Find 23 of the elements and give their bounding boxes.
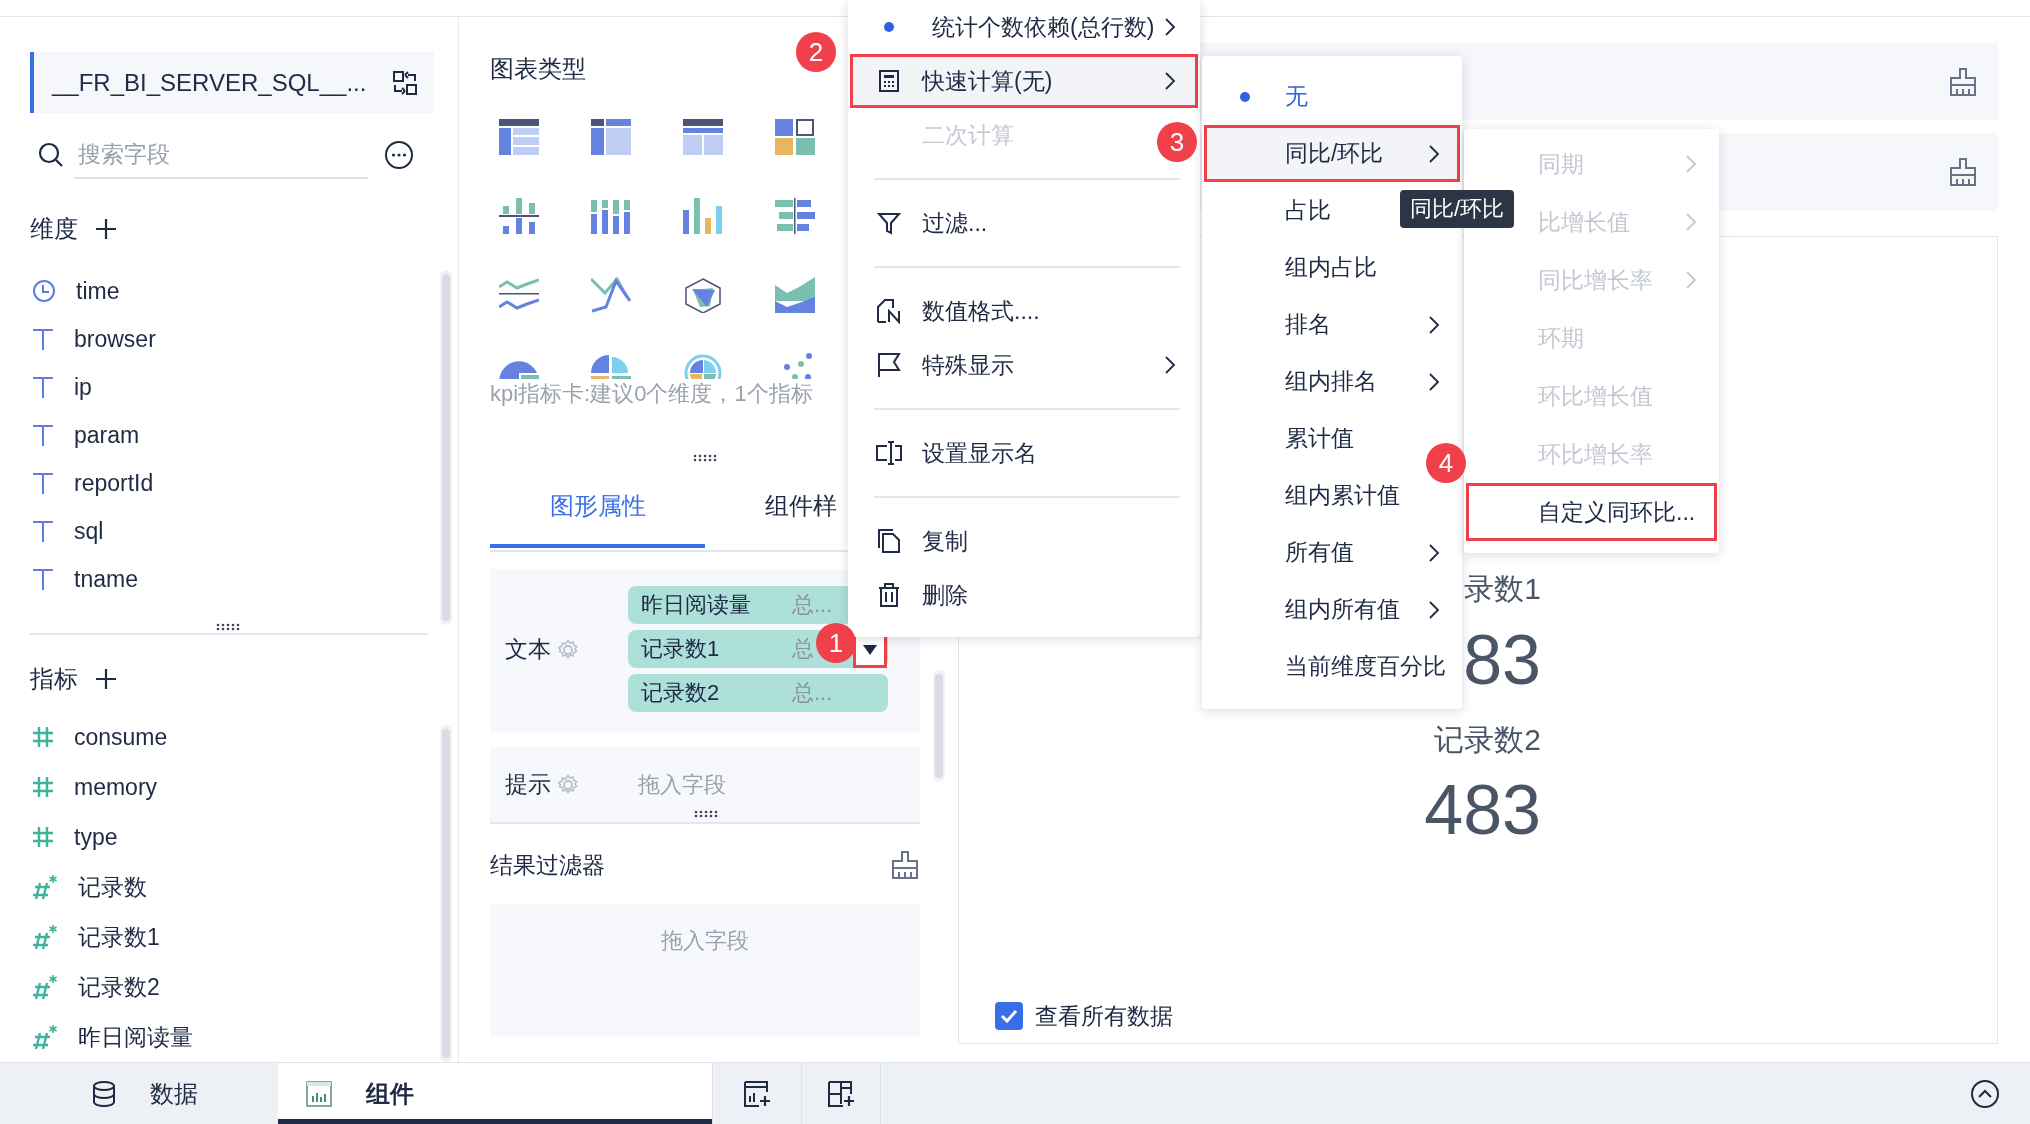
drop-placeholder: 拖入字段 bbox=[638, 770, 726, 799]
well-label: 文本 bbox=[505, 635, 551, 664]
step-badge: 2 bbox=[796, 32, 836, 72]
well-label: 提示 bbox=[505, 770, 551, 799]
drop-placeholder: 拖入字段 bbox=[661, 927, 749, 955]
pill-name: 记录数2 bbox=[641, 679, 721, 707]
pill-name: 昨日阅读量 bbox=[641, 591, 752, 619]
checkbox-label: 查看所有数据 bbox=[1035, 1001, 1173, 1031]
kpi-label: 记录数2 bbox=[1434, 722, 1541, 758]
pill-summary: 总... bbox=[792, 591, 833, 619]
section-title: 图表类型 bbox=[490, 54, 586, 84]
kpi-label: 录数1 bbox=[1464, 571, 1541, 607]
pill-summary: 总 bbox=[792, 635, 814, 663]
section-title: 维度 bbox=[30, 214, 78, 244]
section-title: 结果过滤器 bbox=[490, 850, 605, 880]
tooltip: 同比/环比 bbox=[1400, 190, 1515, 228]
hint-text: kpi指标卡:建议0个维度，1个指标 bbox=[490, 381, 814, 407]
kpi-value: 83 bbox=[1463, 620, 1541, 701]
kpi-value: 483 bbox=[1424, 770, 1541, 851]
pill-name: 记录数1 bbox=[641, 635, 721, 663]
data-source-name: __FR_BI_SERVER_SQL__... bbox=[52, 68, 367, 97]
pill-summary: 总... bbox=[792, 679, 833, 707]
section-title: 指标 bbox=[30, 664, 78, 694]
